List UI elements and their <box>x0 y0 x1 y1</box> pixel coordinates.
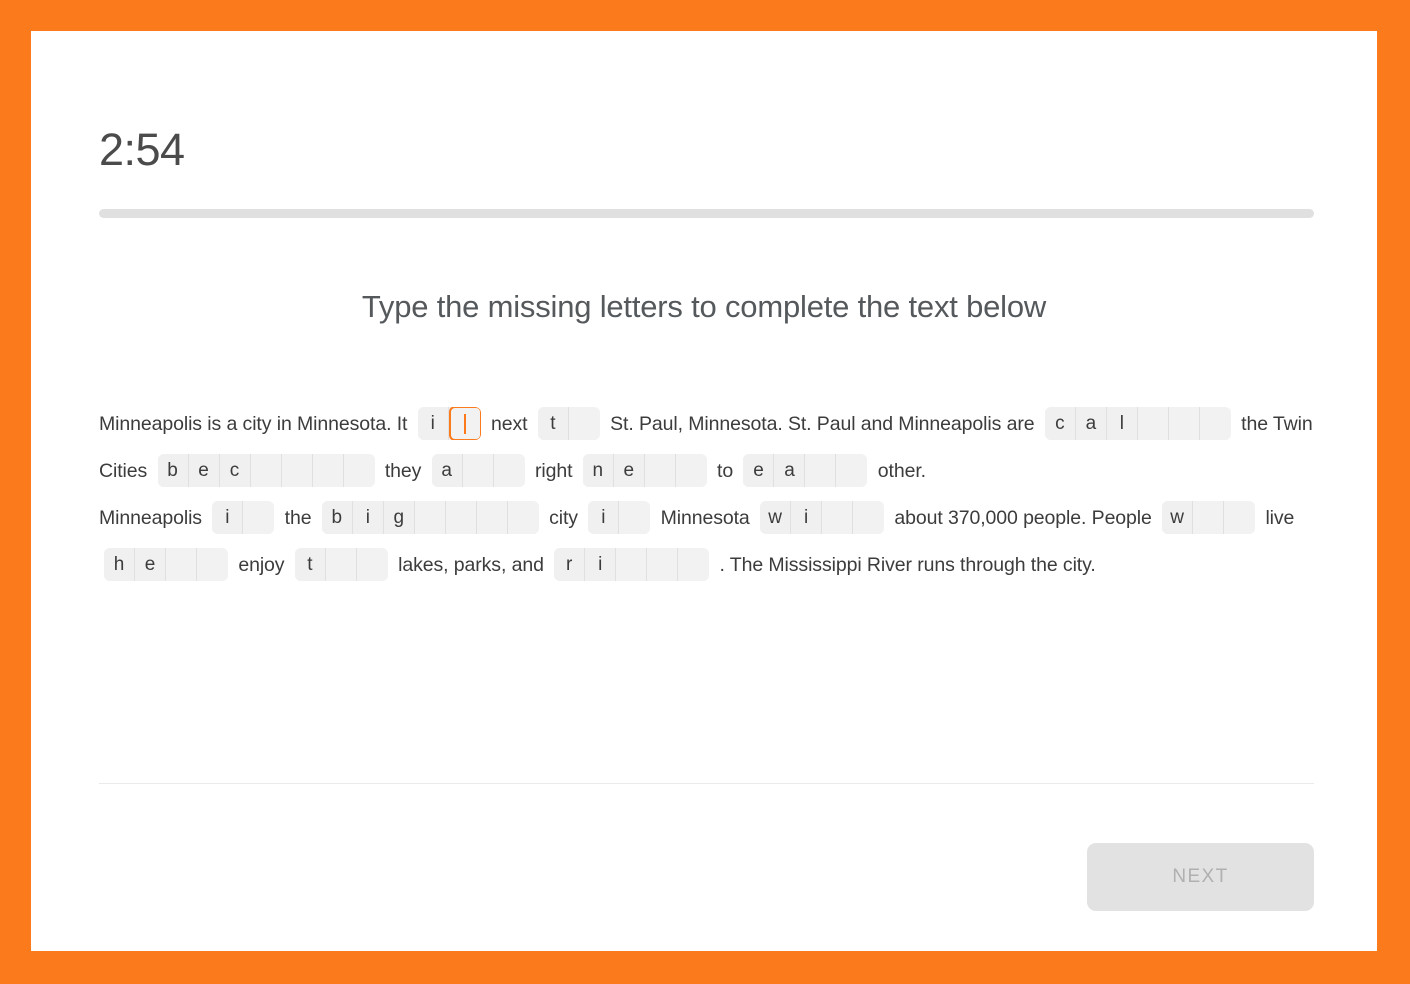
letter-cell[interactable] <box>197 548 228 582</box>
countdown-timer: 2:54 <box>99 124 185 175</box>
letter-cell[interactable] <box>166 548 197 582</box>
letter-cell[interactable]: t <box>294 548 326 582</box>
letter-cell[interactable] <box>448 407 481 441</box>
letter-cell[interactable] <box>343 454 375 488</box>
text-caret <box>464 413 467 434</box>
letter-cell[interactable] <box>822 501 854 535</box>
letter-cell[interactable] <box>1199 407 1231 441</box>
letter-cell[interactable]: i <box>212 501 244 535</box>
text-segment: live <box>1265 507 1295 529</box>
text-segment: lakes, parks, and <box>398 554 544 576</box>
letter-cell[interactable] <box>414 501 446 535</box>
letter-cell[interactable]: w <box>760 501 792 535</box>
letter-cell[interactable] <box>250 454 282 488</box>
text-segment: other. <box>877 460 926 482</box>
text-segment: St. Paul, Minnesota. St. Paul and Minnea… <box>610 413 1035 435</box>
letter-cell[interactable] <box>493 454 525 488</box>
letter-cell[interactable]: i <box>585 548 617 582</box>
text-segment: next <box>491 413 528 435</box>
word-blank[interactable]: wi <box>760 501 885 535</box>
text-segment: city <box>549 507 578 529</box>
letter-cell[interactable]: i <box>352 501 384 535</box>
letter-cell[interactable] <box>476 501 508 535</box>
orange-app-frame: 2:54 Type the missing letters to complet… <box>0 0 1410 984</box>
letter-cell[interactable]: a <box>431 454 463 488</box>
letter-cell[interactable]: e <box>188 454 220 488</box>
word-blank[interactable]: w <box>1162 501 1256 535</box>
footer-divider <box>99 783 1314 784</box>
letter-cell[interactable] <box>281 454 313 488</box>
word-blank[interactable]: bec <box>157 454 375 488</box>
letter-cell[interactable]: c <box>1044 407 1076 441</box>
text-segment: to <box>717 460 734 482</box>
letter-cell[interactable]: n <box>582 454 614 488</box>
word-blank[interactable]: he <box>104 548 228 582</box>
text-segment: the <box>284 507 312 529</box>
letter-cell[interactable]: t <box>537 407 569 441</box>
text-segment: . The Mississippi River runs through the… <box>719 554 1096 576</box>
letter-cell[interactable]: a <box>1075 407 1107 441</box>
word-blank[interactable]: a <box>431 454 525 488</box>
letter-cell[interactable]: e <box>743 454 775 488</box>
letter-cell[interactable] <box>462 454 494 488</box>
letter-cell[interactable] <box>325 548 357 582</box>
word-blank[interactable]: t <box>294 548 388 582</box>
letter-cell[interactable]: i <box>791 501 823 535</box>
word-blank[interactable]: ea <box>743 454 868 488</box>
word-blank[interactable]: cal <box>1044 407 1231 441</box>
letter-cell[interactable]: w <box>1162 501 1194 535</box>
letter-cell[interactable]: r <box>554 548 586 582</box>
letter-cell[interactable] <box>1137 407 1169 441</box>
word-blank[interactable]: big <box>321 501 539 535</box>
letter-cell[interactable] <box>647 548 679 582</box>
letter-cell[interactable]: h <box>104 548 135 582</box>
progress-bar <box>99 209 1314 218</box>
word-blank[interactable]: i <box>588 501 651 535</box>
letter-cell[interactable] <box>312 454 344 488</box>
letter-cell[interactable] <box>675 454 707 488</box>
letter-cell[interactable] <box>616 548 648 582</box>
letter-cell[interactable] <box>644 454 676 488</box>
letter-cell[interactable]: g <box>383 501 415 535</box>
letter-cell[interactable] <box>507 501 539 535</box>
letter-cell[interactable] <box>243 501 275 535</box>
letter-cell[interactable]: b <box>321 501 353 535</box>
letter-cell[interactable]: a <box>774 454 806 488</box>
letter-cell[interactable] <box>1168 407 1200 441</box>
letter-cell[interactable] <box>678 548 710 582</box>
letter-cell[interactable] <box>619 501 651 535</box>
text-segment: about 370,000 people. People <box>894 507 1152 529</box>
letter-cell[interactable] <box>445 501 477 535</box>
cloze-exercise-text: Minneapolis is a city in Minnesota. It i… <box>99 401 1319 589</box>
text-segment: right <box>534 460 573 482</box>
letter-cell[interactable]: c <box>219 454 251 488</box>
letter-cell[interactable]: e <box>135 548 166 582</box>
letter-cell[interactable] <box>836 454 868 488</box>
letter-cell[interactable] <box>1193 501 1225 535</box>
word-blank[interactable]: ri <box>554 548 710 582</box>
word-blank[interactable]: t <box>537 407 600 441</box>
word-blank[interactable]: ne <box>582 454 707 488</box>
text-segment: Minnesota <box>660 507 750 529</box>
page-title: Type the missing letters to complete the… <box>361 289 1047 324</box>
letter-cell[interactable] <box>568 407 600 441</box>
text-segment: Minneapolis <box>99 507 202 529</box>
text-segment: Minneapolis is a city in Minnesota. It <box>99 413 408 435</box>
letter-cell[interactable]: l <box>1106 407 1138 441</box>
letter-cell[interactable]: i <box>417 407 449 441</box>
exercise-card: 2:54 Type the missing letters to complet… <box>31 31 1377 951</box>
letter-cell[interactable]: i <box>588 501 620 535</box>
letter-cell[interactable] <box>356 548 388 582</box>
letter-cell[interactable] <box>1224 501 1256 535</box>
word-blank[interactable]: i <box>212 501 275 535</box>
letter-cell[interactable]: b <box>157 454 189 488</box>
letter-cell[interactable] <box>805 454 837 488</box>
letter-cell[interactable] <box>853 501 885 535</box>
word-blank[interactable]: i <box>417 407 481 441</box>
text-segment: they <box>384 460 422 482</box>
letter-cell[interactable]: e <box>613 454 645 488</box>
text-segment: enjoy <box>238 554 285 576</box>
next-button[interactable]: NEXT <box>1087 843 1314 911</box>
